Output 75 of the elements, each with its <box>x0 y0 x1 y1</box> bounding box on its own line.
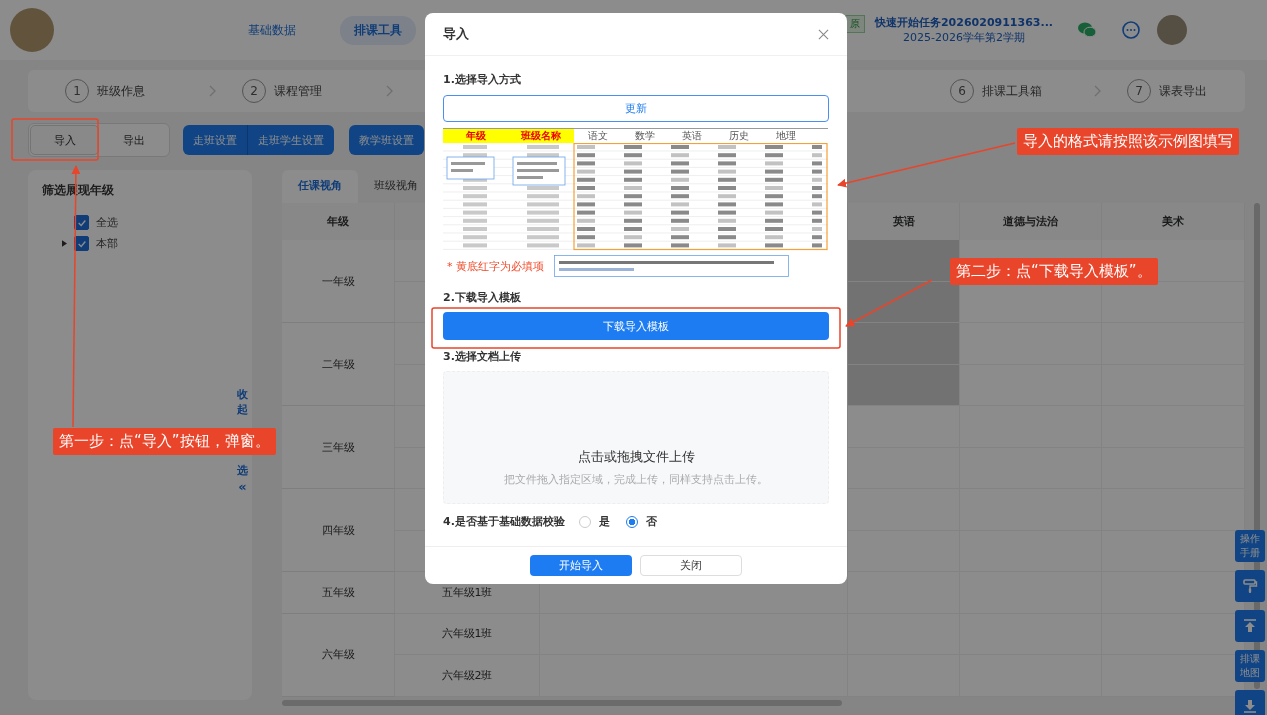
radio-button[interactable] <box>625 515 638 528</box>
collapse-link[interactable]: 收起 <box>237 388 248 418</box>
section-label: 1.选择导入方式 <box>443 72 522 87</box>
checkbox-label: 本部 <box>96 236 118 251</box>
nav-tab[interactable]: 排课工具 <box>340 15 416 45</box>
nav-tab[interactable]: 基础数据 <box>234 15 310 45</box>
sheet-header: 历史 <box>727 129 750 143</box>
close-icon[interactable] <box>818 28 829 40</box>
grade-cell: 一年级 <box>282 240 395 323</box>
section-label: 4.是否基于基础数据校验 <box>443 514 565 529</box>
paint-roller-icon[interactable] <box>1235 570 1265 602</box>
grade-cell: 四年级 <box>282 489 395 572</box>
task-title[interactable]: 快速开始任务2026020911363... <box>874 15 1053 30</box>
term-label: 2025-2026学年第2学期 <box>903 30 1025 45</box>
action-button[interactable]: 走班学生设置 <box>248 125 334 155</box>
callout-label: 第一步：点“导入”按钮，弹窗。 <box>53 428 276 455</box>
sheet-header: 班级名称 <box>508 129 574 143</box>
action-button[interactable]: 走班设置 <box>183 125 248 155</box>
required-note: * 黄底红字为必填项 <box>447 258 544 274</box>
chevron-icon <box>386 85 394 97</box>
action-button[interactable]: 教学班设置 <box>349 125 424 155</box>
dialog-title: 导入 <box>443 25 469 43</box>
sheet-header: 英语 <box>680 129 703 143</box>
step-label[interactable]: 排课工具箱 <box>982 82 1042 100</box>
start-import-button[interactable]: 开始导入 <box>530 555 632 576</box>
upload-hint: 把文件拖入指定区域，完成上传，同样支持点击上传。 <box>504 472 768 487</box>
download-template-button[interactable]: 下载导入模板 <box>443 312 829 340</box>
checkmark-icon <box>76 217 87 228</box>
sheet-header: 语文 <box>586 129 609 143</box>
checkmark-icon <box>76 238 87 249</box>
step-label[interactable]: 课表导出 <box>1159 82 1207 100</box>
class-cell: 六年级2班 <box>395 655 540 697</box>
grade-cell: 五年级 <box>282 572 395 614</box>
radio-label: 是 <box>598 514 610 529</box>
radio-label: 否 <box>645 514 657 529</box>
collapse-icon[interactable]: « <box>238 478 247 494</box>
sheet-header: 数学 <box>633 129 656 143</box>
column-header: 年级 <box>282 203 395 240</box>
upload-title: 点击或拖拽文件上传 <box>577 448 695 466</box>
column-header: 道德与法治 <box>960 203 1102 240</box>
chevron-icon <box>1094 85 1102 97</box>
grade-cell: 三年级 <box>282 406 395 489</box>
side-button[interactable]: 排课地图 <box>1235 650 1265 682</box>
back-to-top-icon[interactable] <box>1235 610 1265 642</box>
section-label: 3.选择文档上传 <box>443 349 522 364</box>
caret-icon[interactable] <box>62 240 67 247</box>
column-header: 英语 <box>848 203 960 240</box>
checkbox-label: 全选 <box>96 215 118 230</box>
avatar <box>10 8 54 52</box>
step-label[interactable]: 课程管理 <box>274 82 322 100</box>
segment-button[interactable]: 导出 <box>99 125 168 155</box>
sheet-header: 年级 <box>443 129 509 143</box>
view-tab[interactable]: 任课视角 <box>282 170 358 203</box>
checkbox[interactable] <box>74 215 89 230</box>
section-label: 2.下载导入模板 <box>443 290 522 305</box>
collapse-link[interactable]: 选 <box>237 463 248 479</box>
download-icon[interactable] <box>1235 690 1265 715</box>
grade-cell: 二年级 <box>282 323 395 406</box>
grade-cell: 六年级 <box>282 613 395 697</box>
scrollbar[interactable] <box>282 699 842 706</box>
user-avatar[interactable] <box>1157 15 1187 45</box>
upload-area[interactable]: 点击或拖拽文件上传 把文件拖入指定区域，完成上传，同样支持点击上传。 <box>443 371 829 504</box>
close-button[interactable]: 关闭 <box>640 555 742 576</box>
wechat-icon[interactable] <box>1077 21 1097 39</box>
side-button[interactable]: 操作手册 <box>1235 530 1265 562</box>
update-button[interactable]: 更新 <box>443 95 829 122</box>
column-header: 美术 <box>1102 203 1245 240</box>
segment-button[interactable]: 导入 <box>30 125 99 155</box>
chat-icon[interactable] <box>1121 20 1141 40</box>
sheet-header: 地理 <box>774 129 797 143</box>
callout-label: 导入的格式请按照该示例图填写 <box>1017 128 1239 155</box>
chevron-icon <box>209 85 217 97</box>
class-cell: 六年级1班 <box>395 613 540 655</box>
callout-label: 第二步：点“下载导入模板”。 <box>950 258 1158 285</box>
step-label[interactable]: 班级作息 <box>97 82 145 100</box>
